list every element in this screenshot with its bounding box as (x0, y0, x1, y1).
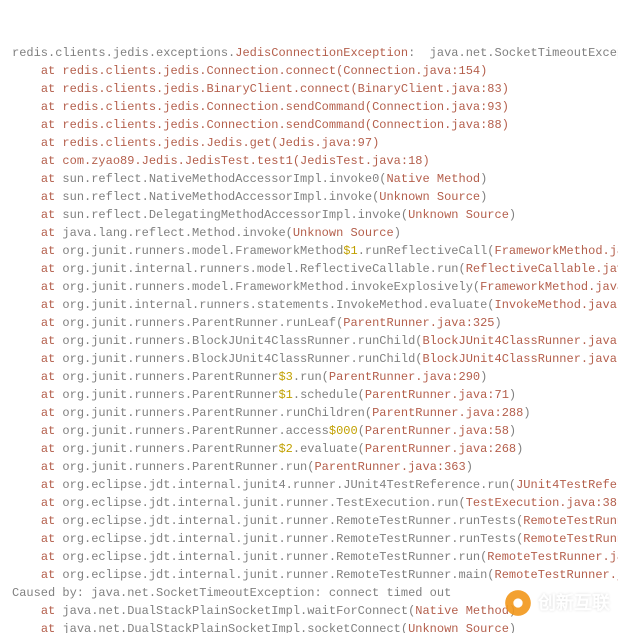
stack-frame: at org.eclipse.jdt.internal.junit.runner… (12, 494, 606, 512)
stack-frame: at org.junit.runners.model.FrameworkMeth… (12, 278, 606, 296)
stack-frame: at redis.clients.jedis.Connection.sendCo… (12, 98, 606, 116)
stack-frame: at java.lang.reflect.Method.invoke(Unkno… (12, 224, 606, 242)
stack-frame: at org.junit.runners.ParentRunner$3.run(… (12, 368, 606, 386)
watermark-text: 创新互联 (538, 594, 610, 612)
exception-name: JedisConnectionException (235, 46, 408, 60)
stack-frame: at org.junit.runners.BlockJUnit4ClassRun… (12, 350, 606, 368)
stack-frame: at sun.reflect.DelegatingMethodAccessorI… (12, 206, 606, 224)
watermark: 创新互联 (504, 589, 610, 617)
stack-frame: at org.eclipse.jdt.internal.junit4.runne… (12, 476, 606, 494)
stack-frame: at sun.reflect.NativeMethodAccessorImpl.… (12, 188, 606, 206)
stack-frame: at org.junit.internal.runners.model.Refl… (12, 260, 606, 278)
stack-frame: at org.junit.runners.ParentRunner.runChi… (12, 404, 606, 422)
stack-frame: at java.net.DualStackPlainSocketImpl.soc… (12, 620, 606, 633)
stacktrace-view: redis.clients.jedis.exceptions.JedisConn… (0, 0, 618, 633)
stack-frame: at org.junit.runners.ParentRunner$2.eval… (12, 440, 606, 458)
stack-frame: at org.eclipse.jdt.internal.junit.runner… (12, 548, 606, 566)
stack-frame: at org.junit.runners.ParentRunner.run(Pa… (12, 458, 606, 476)
stack-frame: at org.junit.runners.model.FrameworkMeth… (12, 242, 606, 260)
stack-frame: at org.eclipse.jdt.internal.junit.runner… (12, 512, 606, 530)
stack-frame: at redis.clients.jedis.Jedis.get(Jedis.j… (12, 134, 606, 152)
stack-frame: at org.eclipse.jdt.internal.junit.runner… (12, 566, 606, 584)
stack-frame: at redis.clients.jedis.Connection.sendCo… (12, 116, 606, 134)
stack-frame: at com.zyao89.Jedis.JedisTest.test1(Jedi… (12, 152, 606, 170)
stack-frame: at sun.reflect.NativeMethodAccessorImpl.… (12, 170, 606, 188)
gear-icon (504, 589, 532, 617)
stack-frame: at org.junit.runners.ParentRunner$1.sche… (12, 386, 606, 404)
stack-frame: at redis.clients.jedis.Connection.connec… (12, 62, 606, 80)
exception-header: redis.clients.jedis.exceptions.JedisConn… (12, 44, 606, 62)
stack-frame: at org.junit.internal.runners.statements… (12, 296, 606, 314)
stack-frame: at org.junit.runners.BlockJUnit4ClassRun… (12, 332, 606, 350)
stack-frame: at org.eclipse.jdt.internal.junit.runner… (12, 530, 606, 548)
stack-frame: at redis.clients.jedis.BinaryClient.conn… (12, 80, 606, 98)
stack-frame: at org.junit.runners.ParentRunner.runLea… (12, 314, 606, 332)
stack-frame: at org.junit.runners.ParentRunner.access… (12, 422, 606, 440)
